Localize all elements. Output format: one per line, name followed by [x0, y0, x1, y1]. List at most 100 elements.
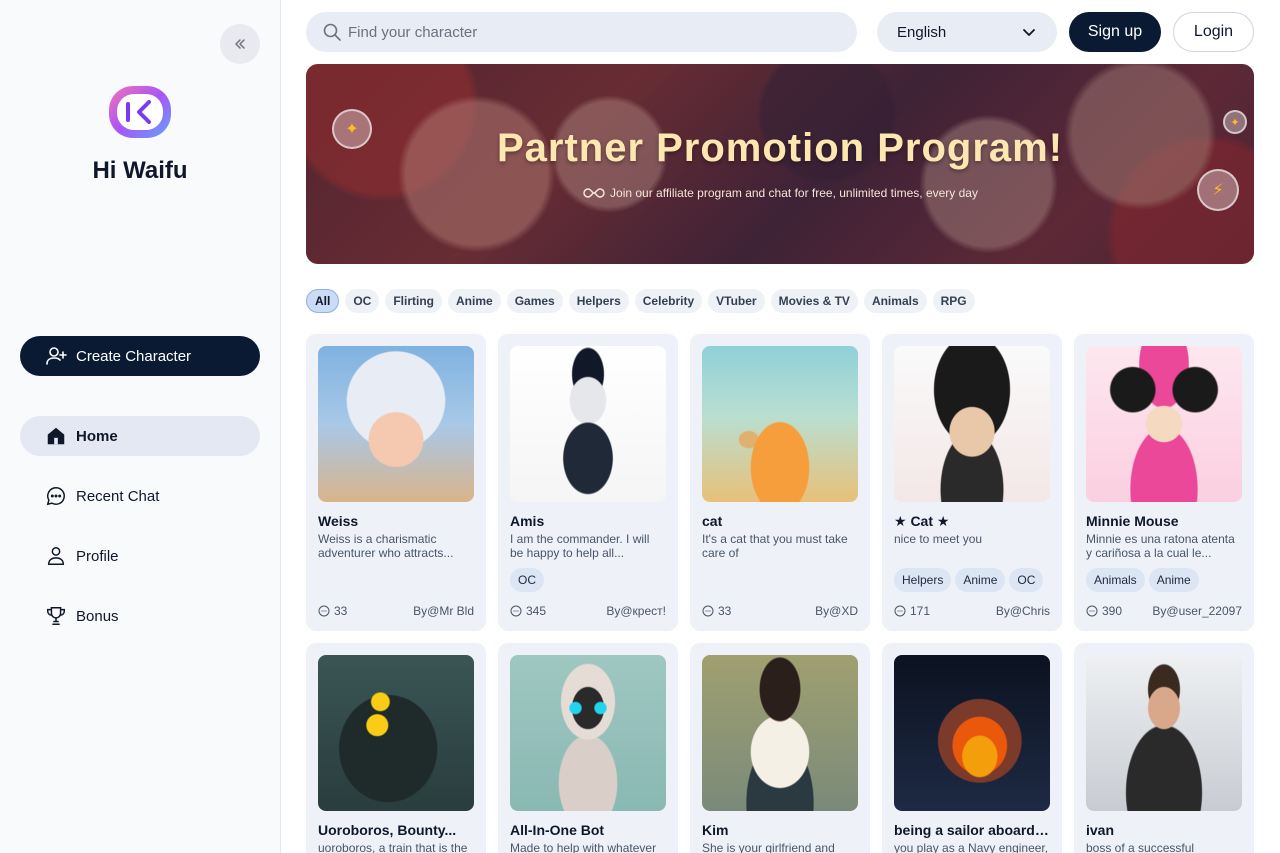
character-description: I am the commander. I will be happy to h… — [510, 532, 650, 560]
create-character-button[interactable]: Create Character — [20, 336, 260, 376]
banner-subtitle: Join our affiliate program and chat for … — [610, 186, 978, 200]
search-input[interactable] — [348, 23, 828, 41]
login-button[interactable]: Login — [1173, 12, 1254, 52]
character-description: She is your girlfriend and — [702, 841, 835, 853]
category-flirting[interactable]: Flirting — [385, 289, 443, 313]
category-tags: All OC Flirting Anime Games Helpers Cele… — [306, 289, 975, 313]
category-celebrity[interactable]: Celebrity — [634, 289, 703, 313]
nav-bonus[interactable]: Bonus — [20, 596, 260, 636]
trophy-icon — [44, 604, 68, 628]
nav-profile[interactable]: Profile — [20, 536, 260, 576]
character-description: Weiss is a charismatic adventurer who at… — [318, 532, 454, 560]
character-name: cat — [702, 513, 723, 529]
category-games[interactable]: Games — [506, 289, 563, 313]
character-tag[interactable]: OC — [510, 568, 544, 592]
chat-count-icon — [1086, 605, 1098, 617]
nav-recent-chat-label: Recent Chat — [76, 487, 160, 505]
chat-count: 33 — [718, 604, 732, 618]
character-author[interactable]: By@крест! — [606, 604, 666, 618]
character-card[interactable]: Uoroboros, Bounty... uoroboros, a train … — [306, 643, 486, 853]
character-avatar — [1086, 655, 1242, 811]
language-select[interactable]: English — [877, 12, 1057, 52]
search-bar[interactable] — [306, 12, 857, 52]
sidebar: Hi Waifu Create Character Home Recent Ch… — [0, 0, 281, 853]
character-avatar — [894, 346, 1050, 502]
chat-count-icon — [894, 605, 906, 617]
character-card[interactable]: Kim She is your girlfriend and — [690, 643, 870, 853]
promo-banner[interactable]: ✦ ✦ ⚡ Partner Promotion Program! Join ou… — [306, 64, 1254, 264]
character-card[interactable]: cat It's a cat that you must take care o… — [690, 334, 870, 631]
character-name: Amis — [510, 513, 545, 529]
add-user-icon — [46, 347, 67, 365]
character-tag[interactable]: Helpers — [894, 568, 952, 592]
character-avatar — [510, 655, 666, 811]
character-description: you play as a Navy engineer, — [894, 841, 1049, 853]
character-card[interactable]: All-In-One Bot Made to help with whateve… — [498, 643, 678, 853]
category-anime[interactable]: Anime — [448, 289, 501, 313]
nav-home-label: Home — [76, 427, 118, 445]
character-name: Minnie Mouse — [1086, 513, 1179, 529]
search-icon — [323, 23, 341, 41]
chat-count: 345 — [526, 604, 547, 618]
character-card[interactable]: ★ Cat ★ nice to meet you Helpers Anime O… — [882, 334, 1062, 631]
character-description: uoroboros, a train that is the — [318, 841, 468, 853]
signup-button[interactable]: Sign up — [1069, 12, 1161, 52]
language-value: English — [897, 23, 947, 41]
character-tag[interactable]: Anime — [955, 568, 1006, 592]
collapse-sidebar-button[interactable] — [220, 24, 260, 64]
chat-count: 171 — [910, 604, 931, 618]
nav-home[interactable]: Home — [20, 416, 260, 456]
banner-title: Partner Promotion Program! — [496, 126, 1064, 170]
character-description: Minnie es una ratona atenta y cariñosa a… — [1086, 532, 1235, 560]
category-movies-tv[interactable]: Movies & TV — [770, 289, 858, 313]
character-card[interactable]: Weiss Weiss is a charismatic adventurer … — [306, 334, 486, 631]
character-name: being a sailor aboard ... — [894, 822, 1050, 838]
infinity-icon — [583, 188, 605, 198]
chat-icon — [44, 484, 68, 508]
character-avatar — [1086, 346, 1242, 502]
character-description: It's a cat that you must take care of — [702, 532, 848, 560]
hi-waifu-logo — [109, 86, 171, 138]
chat-count-icon — [510, 605, 522, 617]
character-avatar — [894, 655, 1050, 811]
user-icon — [44, 544, 68, 568]
category-all[interactable]: All — [306, 289, 340, 313]
category-oc[interactable]: OC — [345, 289, 380, 313]
brand-name: Hi Waifu — [92, 157, 188, 184]
nav-profile-label: Profile — [76, 547, 119, 565]
character-card[interactable]: Minnie Mouse Minnie es una ratona atenta… — [1074, 334, 1254, 631]
character-description: nice to meet you — [894, 532, 983, 546]
chat-count-icon — [318, 605, 330, 617]
chat-count: 33 — [334, 604, 348, 618]
character-tag[interactable]: Anime — [1148, 568, 1199, 592]
home-icon — [44, 424, 68, 448]
category-helpers[interactable]: Helpers — [568, 289, 629, 313]
category-rpg[interactable]: RPG — [932, 289, 975, 313]
category-animals[interactable]: Animals — [863, 289, 927, 313]
character-avatar — [510, 346, 666, 502]
character-avatar — [702, 346, 858, 502]
character-author[interactable]: By@user_22097 — [1152, 604, 1242, 618]
character-author[interactable]: By@Chris — [996, 604, 1050, 618]
character-author[interactable]: By@Mr Bld — [413, 604, 474, 618]
character-card[interactable]: being a sailor aboard ... you play as a … — [882, 643, 1062, 853]
character-card[interactable]: Amis I am the commander. I will be happy… — [498, 334, 678, 631]
character-tag[interactable]: Animals — [1086, 568, 1145, 592]
character-name: ivan — [1086, 822, 1115, 838]
character-avatar — [318, 655, 474, 811]
category-vtuber[interactable]: VTuber — [708, 289, 765, 313]
character-name: Kim — [702, 822, 729, 838]
character-avatar — [318, 346, 474, 502]
character-card[interactable]: ivan boss of a successful — [1074, 643, 1254, 853]
character-tag[interactable]: OC — [1009, 568, 1044, 592]
character-description: boss of a successful — [1086, 841, 1195, 853]
chat-count: 390 — [1102, 604, 1123, 618]
character-name: ★ Cat ★ — [894, 513, 950, 529]
chevron-down-icon — [1023, 29, 1035, 36]
character-name: All-In-One Bot — [510, 822, 605, 838]
create-character-label: Create Character — [76, 347, 192, 365]
nav-bonus-label: Bonus — [76, 607, 119, 625]
nav-recent-chat[interactable]: Recent Chat — [20, 476, 260, 516]
character-author[interactable]: By@XD — [815, 604, 858, 618]
character-description: Made to help with whatever — [510, 841, 657, 853]
